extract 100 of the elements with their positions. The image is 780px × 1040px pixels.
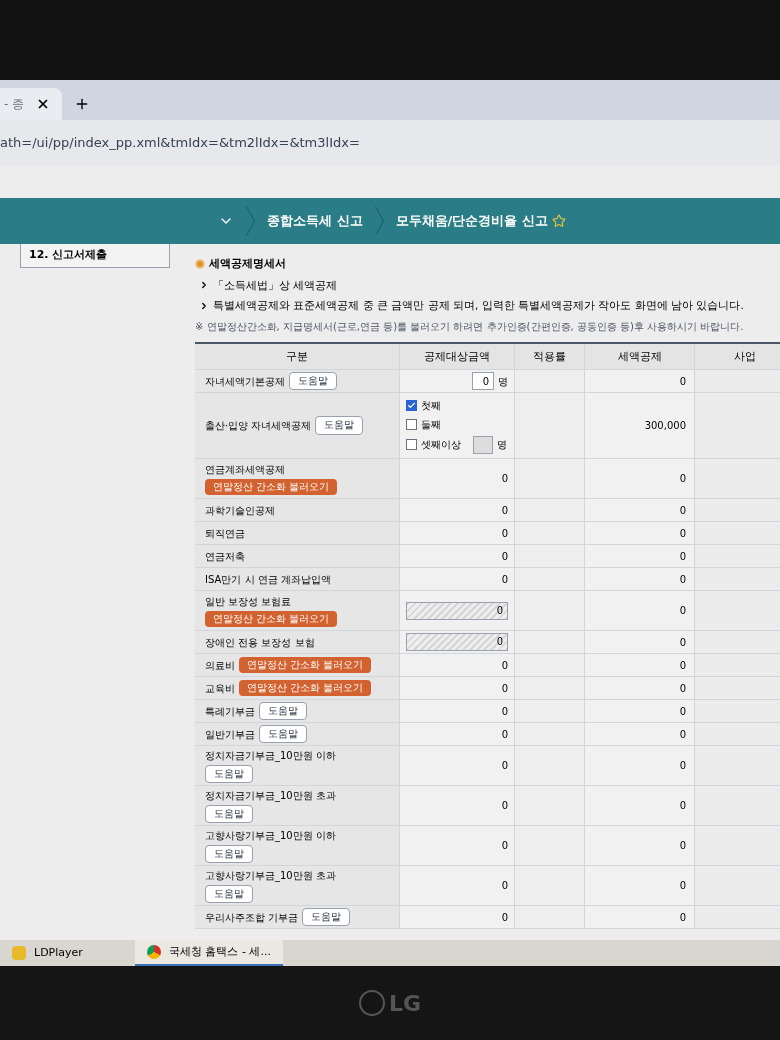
column-header: 세액공제 (617, 348, 662, 364)
chevron-icon (199, 301, 209, 312)
credit-value: 0 (679, 604, 686, 618)
breadcrumb-item[interactable]: 종합소득세 신고 (267, 211, 363, 231)
import-button[interactable]: 연말정산 간소화 불러오기 (205, 478, 338, 496)
checkbox-label: 둘째 (421, 417, 441, 432)
credit-value: 0 (679, 799, 686, 813)
breadcrumb-item[interactable]: 모두채움/단순경비율 신고 (395, 211, 548, 231)
amount-value: 0 (501, 910, 508, 925)
bullet-text: 「소득세법」상 세액공제 (213, 277, 338, 293)
row-label: 일반 보장성 보험료 (205, 594, 292, 609)
chevron-icon (199, 280, 209, 291)
notice-text: ※ 연말정산간소화, 지급명세서(근로,연금 등)를 불러오기 하려면 추가인증(간편인증, 공동인증 등)후 사용하시기 바랍니다. (195, 320, 745, 334)
help-button[interactable]: 도움말 (205, 804, 253, 824)
credit-value: 0 (679, 572, 686, 587)
row-label: 자녀세액기본공제 (205, 374, 285, 389)
row-label: 교육비 (205, 681, 235, 696)
count-field[interactable] (473, 435, 493, 454)
row-label: ISA만기 시 연금 계좌납입액 (205, 572, 331, 587)
amount-value: 0 (501, 681, 508, 696)
browser-tab[interactable]: - 종 (0, 88, 63, 120)
taskbar-label: 국세청 홈택스 - 세... (169, 943, 271, 960)
bullet-icon (195, 259, 205, 270)
bullet-text: 특별세액공제와 표준세액공제 중 큰 금액만 공제 되며, 입력한 특별세액공제가 작아도 화면에 남아 있습니다. (213, 298, 744, 314)
row-label: 퇴직연금 (205, 526, 245, 541)
row-label: 특례기부금 (205, 704, 255, 719)
help-button[interactable]: 도움말 (205, 764, 253, 784)
help-button[interactable]: 도움말 (205, 844, 253, 864)
row-label: 연금계좌세액공제 (205, 462, 285, 477)
credit-value: 0 (679, 839, 686, 853)
row-label: 연금저축 (205, 549, 245, 564)
disabled-amount-field: 0 (406, 601, 508, 620)
help-button[interactable]: 도움말 (289, 371, 337, 391)
help-button[interactable]: 도움말 (259, 701, 307, 721)
credit-value: 0 (679, 549, 686, 564)
credit-value: 0 (679, 879, 686, 893)
column-header: 구분 (286, 348, 308, 364)
amount-value: 0 (501, 526, 508, 541)
credit-value: 0 (679, 526, 686, 541)
checkbox[interactable] (406, 439, 417, 450)
breadcrumb-separator-icon (374, 206, 384, 236)
credit-value: 300,000 (644, 419, 686, 433)
import-button[interactable]: 연말정산 간소화 불러오기 (239, 656, 372, 674)
row-label: 출산·입양 자녀세액공제 (205, 419, 312, 433)
help-button[interactable]: 도움말 (302, 907, 351, 927)
amount-value: 0 (501, 658, 508, 673)
checkbox[interactable] (406, 418, 417, 430)
credit-value: 0 (679, 503, 686, 518)
credit-value: 0 (679, 910, 686, 925)
section-title: 세액공제명세서 (209, 256, 286, 272)
unit-label: 명 (498, 374, 508, 389)
amount-value: 0 (501, 839, 508, 853)
star-icon[interactable] (551, 214, 566, 228)
credit-value: 0 (679, 704, 686, 719)
amount-value: 0 (501, 727, 508, 742)
credit-value: 0 (679, 727, 686, 742)
unit-label: 명 (497, 438, 507, 452)
logo-icon (358, 990, 385, 1016)
row-label: 장애인 전용 보장성 보험 (205, 635, 315, 650)
row-label: 과학기술인공제 (205, 503, 275, 518)
amount-value: 0 (501, 704, 508, 719)
taskbar-label: LDPlayer (34, 944, 83, 961)
credit-value: 0 (679, 759, 686, 773)
amount-value: 0 (501, 799, 508, 813)
row-label: 고향사랑기부금_10만원 초과 (205, 868, 336, 883)
taskbar-item[interactable]: LDPlayer (0, 940, 135, 966)
help-button[interactable]: 도움말 (205, 884, 253, 904)
taskbar-item[interactable]: 국세청 홈택스 - 세... (135, 940, 283, 966)
credit-value: 0 (679, 374, 686, 389)
app-icon (12, 946, 26, 960)
amount-value: 0 (501, 879, 508, 893)
monitor-logo: LG (358, 986, 422, 1020)
amount-value: 0 (501, 549, 508, 564)
breadcrumb-separator-icon (246, 206, 255, 236)
count-field[interactable]: 0 (472, 372, 494, 390)
row-label: 의료비 (205, 658, 235, 673)
column-header: 적용률 (533, 348, 566, 364)
column-header: 공제대상금액 (424, 348, 490, 364)
checkbox-label: 셋째이상 (421, 438, 461, 452)
credit-value: 0 (679, 472, 686, 486)
row-label: 정치자금기부금_10만원 초과 (205, 788, 336, 803)
row-label: 우리사주조합 기부금 (205, 910, 299, 925)
row-label: 고향사랑기부금_10만원 이하 (205, 828, 336, 843)
browser-icon (147, 945, 161, 959)
amount-value: 0 (501, 759, 508, 773)
row-label: 일반기부금 (205, 727, 255, 742)
row-label: 정치자금기부금_10만원 이하 (205, 748, 336, 763)
disabled-amount-field: 0 (406, 633, 508, 651)
sidebar-item[interactable]: 12. 신고서제출 (20, 244, 170, 268)
credit-value: 0 (679, 681, 686, 696)
help-button[interactable]: 도움말 (259, 724, 307, 744)
import-button[interactable]: 연말정산 간소화 불러오기 (239, 679, 372, 697)
amount-value: 0 (501, 503, 508, 518)
checkbox[interactable] (406, 399, 417, 411)
import-button[interactable]: 연말정산 간소화 불러오기 (205, 610, 338, 628)
tab-title: - 종 (4, 96, 25, 113)
credit-value: 0 (679, 635, 686, 650)
amount-value: 0 (501, 472, 508, 486)
help-button[interactable]: 도움말 (315, 416, 364, 435)
amount-value: 0 (501, 572, 508, 587)
